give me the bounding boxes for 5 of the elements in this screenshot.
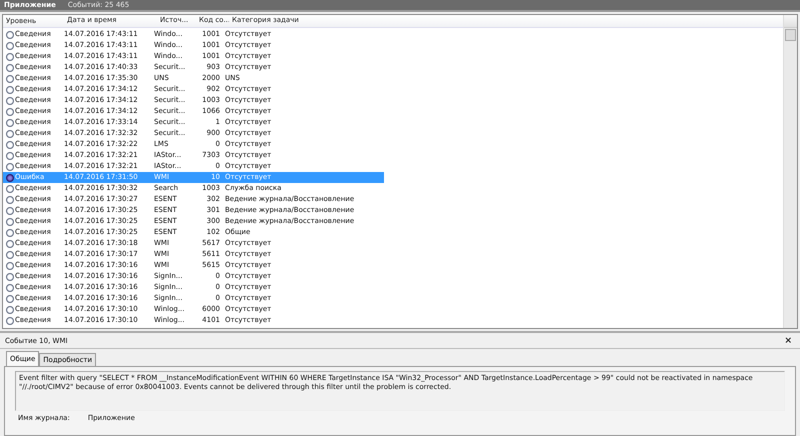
error-icon (6, 174, 14, 182)
scroll-thumb[interactable] (785, 29, 796, 41)
close-button[interactable]: × (781, 336, 795, 346)
scroll-up-icon[interactable] (784, 15, 797, 28)
scrollbar[interactable] (783, 15, 797, 328)
